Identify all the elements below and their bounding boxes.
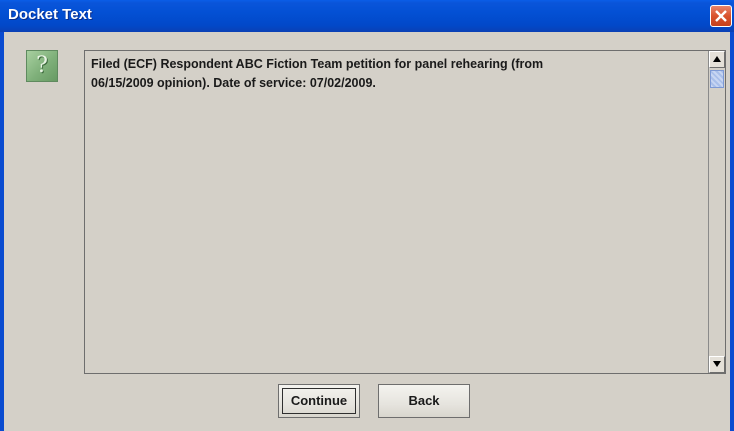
docket-text-line-2: 06/15/2009 opinion). Date of service: 07…	[91, 76, 376, 90]
docket-text-body: Filed (ECF) Respondent ABC Fiction Team …	[91, 55, 699, 93]
arrow-down-icon	[713, 361, 721, 367]
continue-button-label: Continue	[282, 388, 356, 414]
continue-button[interactable]: Continue	[278, 384, 360, 418]
docket-text-dialog: Docket Text ? Filed (ECF) Respondent ABC…	[0, 0, 734, 431]
scroll-up-button[interactable]	[709, 51, 725, 68]
scroll-thumb[interactable]	[710, 70, 724, 88]
title-bar[interactable]: Docket Text	[0, 0, 734, 32]
close-icon	[715, 10, 727, 22]
docket-text-line-1: Filed (ECF) Respondent ABC Fiction Team …	[91, 57, 544, 71]
close-button[interactable]	[710, 5, 732, 27]
window-title: Docket Text	[8, 6, 92, 23]
dialog-content: ? Filed (ECF) Respondent ABC Fiction Tea…	[4, 32, 730, 431]
back-button[interactable]: Back	[378, 384, 470, 418]
docket-text-area[interactable]: Filed (ECF) Respondent ABC Fiction Team …	[84, 50, 726, 374]
vertical-scrollbar[interactable]	[708, 51, 725, 373]
question-icon: ?	[26, 50, 58, 82]
window-frame-right	[730, 32, 734, 431]
arrow-up-icon	[713, 56, 721, 62]
scroll-down-button[interactable]	[709, 356, 725, 373]
